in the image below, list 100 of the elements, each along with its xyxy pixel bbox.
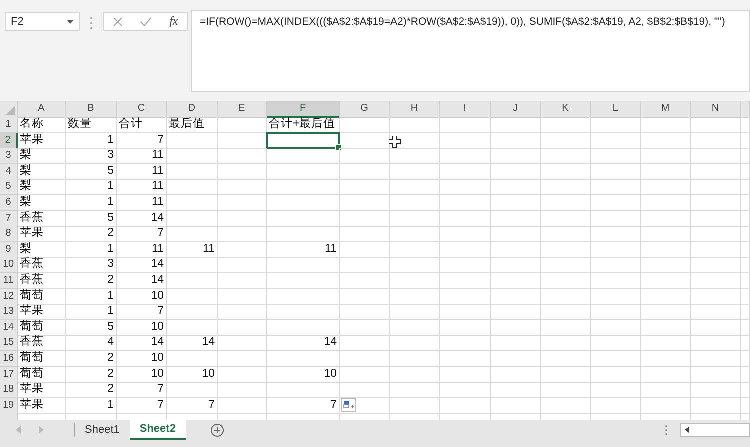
column-header[interactable]: G (340, 101, 390, 118)
table-cell (741, 242, 750, 258)
insert-function-button[interactable]: fx (168, 14, 180, 29)
splitter-icon[interactable] (665, 424, 668, 436)
table-cell (491, 320, 541, 336)
table-cell: 7 (117, 132, 167, 149)
column-header[interactable]: F (267, 101, 340, 118)
table-cell (440, 132, 491, 149)
table-cell (741, 304, 750, 320)
table-cell (591, 350, 641, 367)
table-cell (641, 350, 691, 367)
column-header[interactable] (741, 101, 750, 118)
row-header[interactable]: 18 (0, 382, 18, 398)
table-cell (340, 164, 390, 180)
table-cell: 合计+最后值 (267, 117, 340, 133)
table-cell (440, 366, 491, 382)
table-cell (340, 350, 390, 367)
table-cell (390, 210, 440, 227)
row-header[interactable]: 8 (0, 226, 18, 242)
column-header[interactable]: I (440, 101, 491, 118)
add-sheet-icon[interactable] (210, 424, 224, 436)
column-header[interactable]: N (691, 101, 741, 118)
table-cell (541, 164, 591, 180)
table-cell (440, 194, 491, 211)
row-header[interactable]: 15 (0, 335, 18, 352)
row-header[interactable]: 14 (0, 320, 18, 336)
table-cell (390, 272, 440, 289)
formula-field[interactable]: =IF(ROW()=MAX(INDEX((($A$2:$A$19=A2)*ROW($A$2:$A$19)), 0)), SUMIF($A$2:$A$19, A2, $B$2:$B$19), "") (191, 10, 750, 92)
table-cell (641, 382, 691, 398)
table-cell: 苹果 (18, 382, 66, 398)
table-cell: 11 (117, 164, 167, 180)
name-box[interactable]: F2 (5, 12, 80, 31)
horizontal-scrollbar[interactable] (680, 423, 750, 437)
row-header[interactable]: 19 (0, 398, 18, 414)
table-cell: 1 (66, 288, 117, 305)
row-header[interactable]: 6 (0, 194, 18, 211)
row-header[interactable]: 11 (0, 272, 18, 289)
column-header[interactable]: M (641, 101, 691, 118)
column-header[interactable]: K (541, 101, 591, 118)
table-cell (591, 164, 641, 180)
table-cell: 14 (117, 257, 167, 274)
row-header[interactable]: 5 (0, 179, 18, 196)
paste-options-icon[interactable] (341, 398, 356, 412)
row-header[interactable]: 3 (0, 148, 18, 164)
table-cell (591, 226, 641, 242)
table-cell (641, 366, 691, 382)
active-cell[interactable] (267, 132, 340, 149)
table-cell (440, 148, 491, 164)
table-cell (340, 210, 390, 227)
table-cell (641, 132, 691, 149)
select-all-icon[interactable] (6, 106, 15, 115)
row-header[interactable]: 10 (0, 257, 18, 274)
table-cell (491, 148, 541, 164)
column-header[interactable]: H (390, 101, 440, 118)
column-header[interactable]: D (167, 101, 218, 118)
table-cell: 合计 (117, 117, 167, 133)
table-cell: 11 (117, 148, 167, 164)
row-header[interactable]: 9 (0, 242, 18, 258)
table-cell (440, 335, 491, 352)
column-header[interactable]: L (591, 101, 641, 118)
row-header[interactable]: 13 (0, 304, 18, 320)
table-cell (641, 398, 691, 414)
table-cell (691, 366, 741, 382)
table-cell: 葡萄 (18, 288, 66, 305)
column-header[interactable]: B (66, 101, 117, 118)
sheet-tab[interactable]: Sheet1 (75, 420, 130, 440)
table-cell (641, 164, 691, 180)
table-cell (591, 194, 641, 211)
column-header[interactable]: C (117, 101, 167, 118)
table-cell (691, 242, 741, 258)
table-cell (340, 272, 390, 289)
column-header[interactable]: A (18, 101, 66, 118)
row-header[interactable]: 16 (0, 350, 18, 367)
row-header[interactable]: 12 (0, 288, 18, 305)
table-cell: 10 (117, 366, 167, 382)
table-cell (167, 304, 218, 320)
table-cell: 5 (66, 210, 117, 227)
table-cell: 香蕉 (18, 210, 66, 227)
column-header[interactable]: J (491, 101, 541, 118)
row-header[interactable]: 2 (0, 132, 18, 149)
table-cell: 14 (117, 210, 167, 227)
next-sheet-icon[interactable] (38, 426, 44, 434)
table-cell: 苹果 (18, 398, 66, 414)
table-cell (741, 179, 750, 196)
table-cell (340, 257, 390, 274)
previous-sheet-icon[interactable] (16, 426, 22, 434)
table-cell (340, 304, 390, 320)
row-header[interactable]: 1 (0, 117, 18, 133)
table-cell (167, 148, 218, 164)
table-cell (741, 382, 750, 398)
row-header[interactable]: 17 (0, 366, 18, 382)
cancel-button[interactable] (110, 16, 125, 26)
table-cell: 14 (117, 335, 167, 352)
row-header[interactable]: 7 (0, 210, 18, 227)
table-cell (218, 272, 267, 289)
sheet-tab[interactable]: Sheet2 (130, 420, 186, 440)
table-cell (167, 164, 218, 180)
enter-button[interactable] (138, 16, 154, 26)
row-header[interactable]: 4 (0, 164, 18, 180)
table-cell (491, 194, 541, 211)
